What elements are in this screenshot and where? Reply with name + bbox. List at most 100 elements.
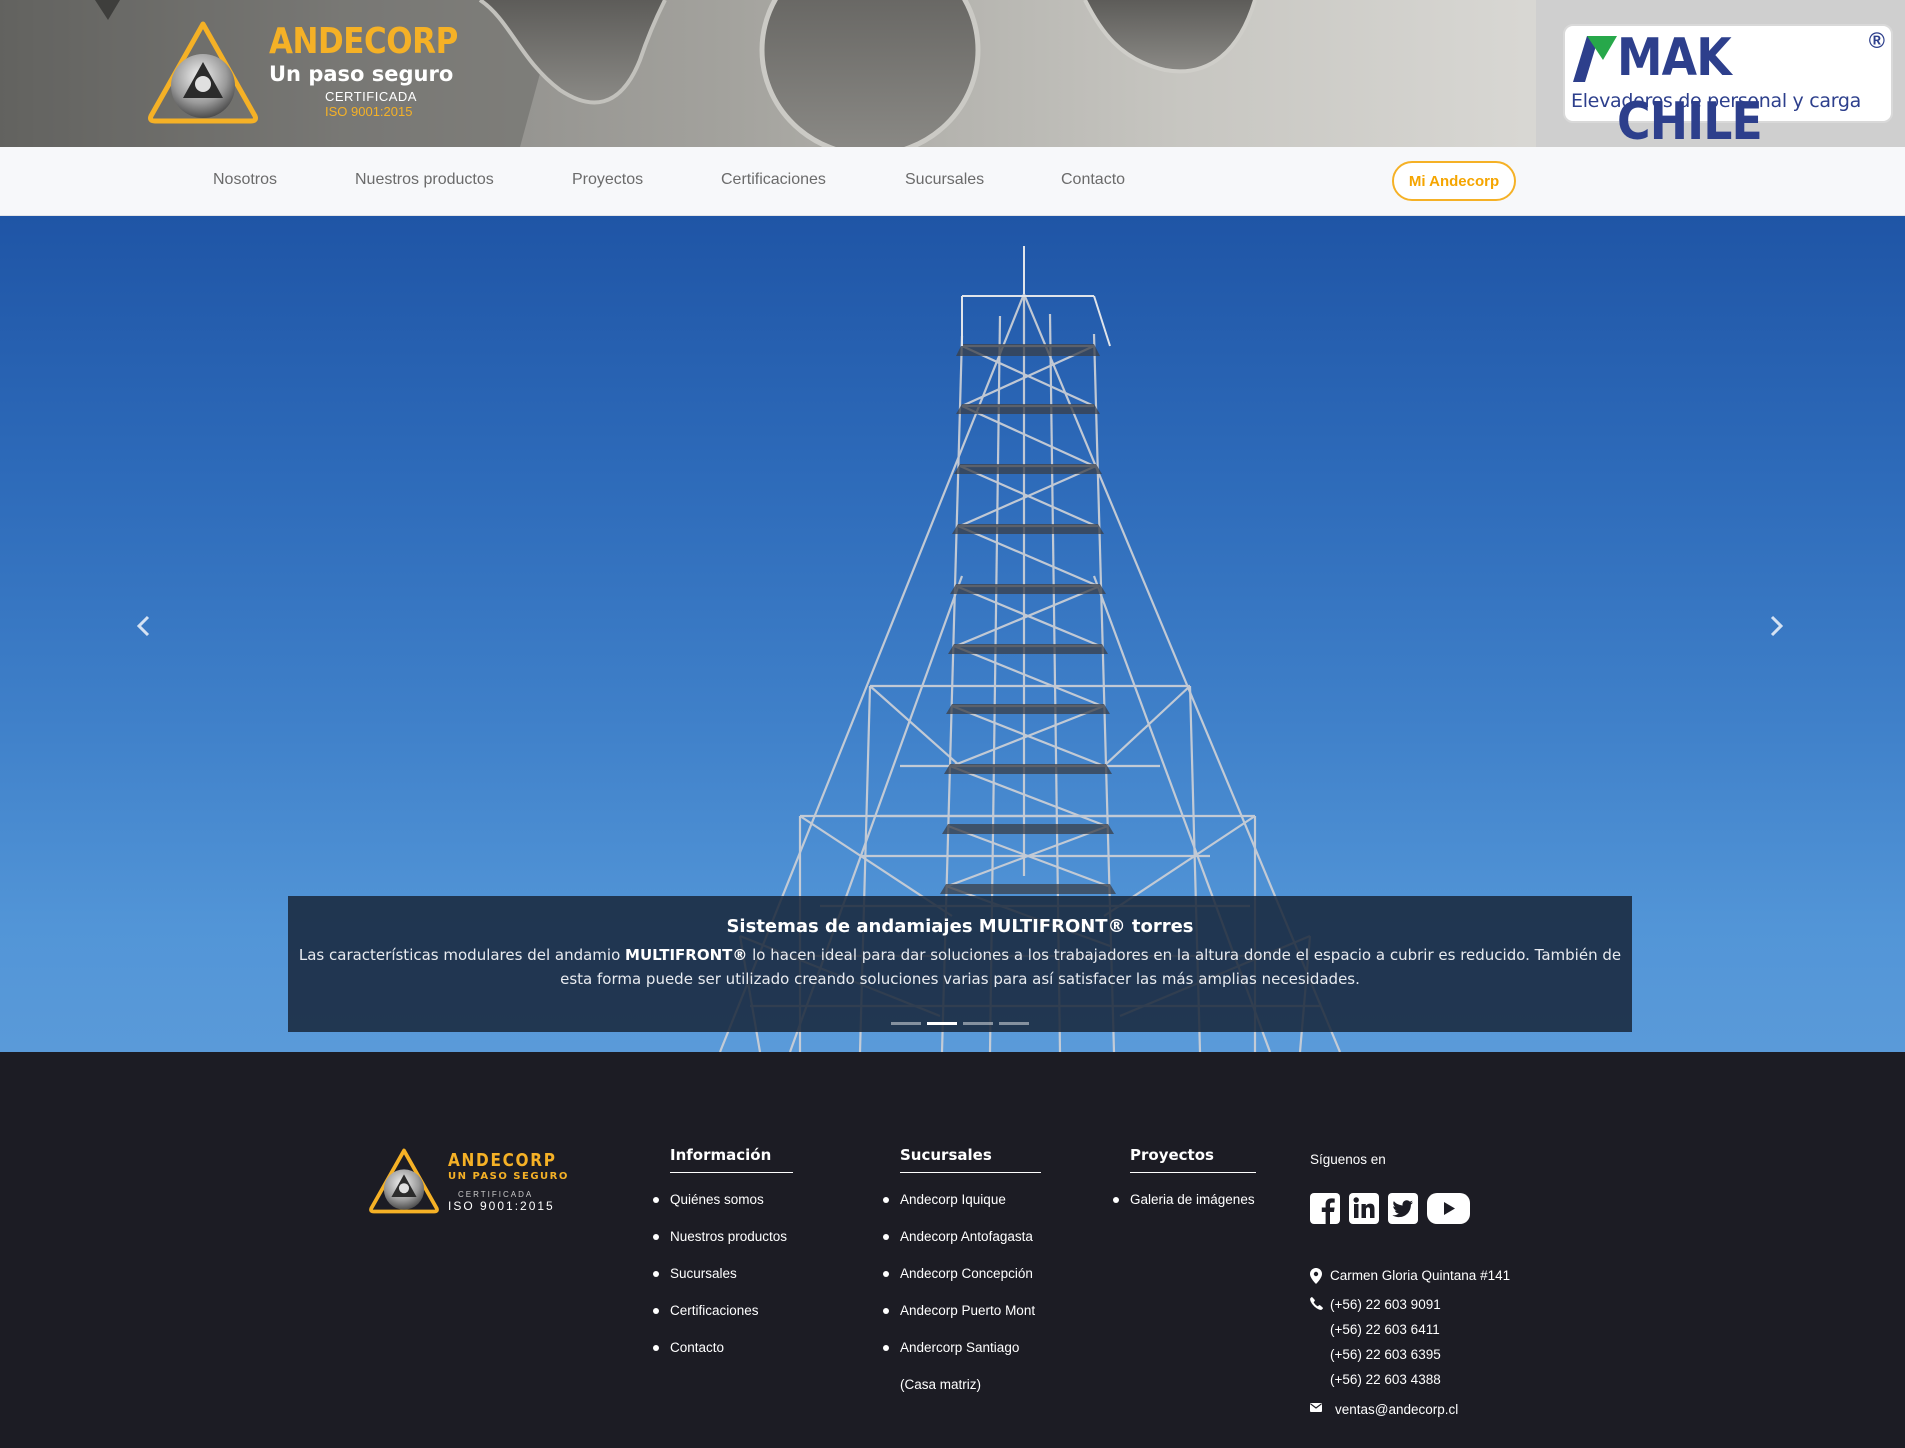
footer-link-sucursales[interactable]: Sucursales [653, 1265, 793, 1302]
brand-certification: CERTIFICADA [325, 89, 417, 104]
carousel-indicator-1[interactable] [891, 1022, 921, 1025]
footer-link-nuestros-productos[interactable]: Nuestros productos [653, 1228, 793, 1265]
footer-link-quienes-somos[interactable]: Quiénes somos [653, 1191, 793, 1228]
bullet-icon [653, 1234, 659, 1240]
bullet-icon [883, 1197, 889, 1203]
footer-branches-heading: Sucursales [900, 1146, 1041, 1173]
footer-branch-concepcion[interactable]: Andecorp Concepción [883, 1265, 1041, 1302]
footer-link-label: Contacto [670, 1340, 725, 1355]
bullet-icon [883, 1234, 889, 1240]
footer-branch-label: Andecorp Iquique [900, 1192, 1006, 1207]
bullet-icon [653, 1271, 659, 1277]
footer-link-certificaciones[interactable]: Certificaciones [653, 1302, 793, 1339]
footer-branch-antofagasta[interactable]: Andecorp Antofagasta [883, 1228, 1041, 1265]
andecorp-emblem-icon [148, 21, 258, 124]
chevron-right-icon [1770, 615, 1784, 637]
bullet-icon [653, 1308, 659, 1314]
carousel-caption: Sistemas de andamiajes MULTIFRONT® torre… [288, 896, 1632, 1032]
linkedin-icon[interactable] [1349, 1193, 1379, 1224]
mak-chile-logo[interactable]: MAK CHILE ® Elevadores de personal y car… [1563, 24, 1893, 147]
contact-address: Carmen Gloria Quintana #141 [1330, 1268, 1511, 1283]
twitter-icon[interactable] [1388, 1193, 1418, 1224]
main-navbar: Nosotros Nuestros productos Proyectos Ce… [0, 147, 1905, 216]
andecorp-logo[interactable]: ANDECORP Un paso seguro CERTIFICADA ISO … [147, 20, 489, 125]
hero-carousel: Sistemas de andamiajes MULTIFRONT® torre… [0, 216, 1905, 1052]
header-banner: ANDECORP Un paso seguro CERTIFICADA ISO … [0, 0, 1905, 147]
carousel-indicator-4[interactable] [999, 1022, 1029, 1025]
footer-branch-casa-matriz[interactable]: (Casa matriz) [900, 1376, 1041, 1413]
contact-phone-3[interactable]: (+56) 22 603 6395 [1330, 1347, 1441, 1362]
footer-brand-tagline: UN PASO SEGURO [448, 1170, 569, 1182]
nav-sucursales[interactable]: Sucursales [905, 171, 984, 189]
footer-branch-label: Andecorp Puerto Mont [900, 1303, 1036, 1318]
facebook-icon[interactable] [1310, 1193, 1340, 1224]
caption-body: Las características modulares del andami… [288, 943, 1632, 991]
mak-chile-mark-icon [1573, 36, 1617, 82]
envelope-icon [1310, 1403, 1322, 1412]
caption-body-pre: Las características modulares del andami… [298, 946, 626, 964]
bullet-icon [653, 1345, 659, 1351]
footer-link-label: Sucursales [670, 1266, 737, 1281]
footer-info-heading: Información [670, 1146, 793, 1173]
bullet-icon [883, 1345, 889, 1351]
carousel-next-button[interactable] [1761, 611, 1791, 641]
footer-branch-puerto-mont[interactable]: Andecorp Puerto Mont [883, 1302, 1041, 1339]
partner-registered-mark: ® [1868, 28, 1885, 53]
footer-link-contacto[interactable]: Contacto [653, 1339, 793, 1376]
footer-emblem-icon [369, 1148, 439, 1214]
footer-projects-heading: Proyectos [1130, 1146, 1256, 1173]
carousel-indicator-3[interactable] [963, 1022, 993, 1025]
nav-nosotros[interactable]: Nosotros [213, 171, 277, 189]
footer-info-list: Quiénes somos Nuestros productos Sucursa… [653, 1191, 793, 1376]
map-pin-icon [1310, 1268, 1322, 1284]
youtube-icon[interactable] [1427, 1193, 1470, 1224]
caption-title: Sistemas de andamiajes MULTIFRONT® torre… [726, 916, 1194, 937]
footer-branch-label: Andecorp Concepción [900, 1266, 1033, 1281]
bullet-icon [653, 1197, 659, 1203]
bullet-icon [883, 1271, 889, 1277]
partner-subtitle: Elevadores de personal y carga [1571, 90, 1861, 112]
mi-andecorp-button[interactable]: Mi Andecorp [1392, 161, 1516, 201]
brand-name: ANDECORP [269, 21, 458, 62]
nav-nuestros-productos[interactable]: Nuestros productos [355, 171, 494, 189]
contact-phone-2[interactable]: (+56) 22 603 6411 [1330, 1322, 1440, 1337]
footer-andecorp-logo[interactable]: ANDECORP UN PASO SEGURO CERTIFICADA ISO … [368, 1148, 576, 1214]
contact-phone-1[interactable]: (+56) 22 603 9091 [1330, 1297, 1441, 1312]
site-footer: ANDECORP UN PASO SEGURO CERTIFICADA ISO … [0, 1052, 1905, 1448]
partner-name: MAK CHILE [1617, 28, 1763, 147]
footer-link-label: Nuestros productos [670, 1229, 788, 1244]
footer-link-label: Quiénes somos [670, 1192, 764, 1207]
footer-branch-label: Andecorp Antofagasta [900, 1229, 1033, 1244]
brand-tagline: Un paso seguro [269, 62, 454, 86]
phone-icon [1310, 1297, 1323, 1310]
footer-branches-list: Andecorp Iquique Andecorp Antofagasta An… [883, 1191, 1041, 1413]
footer-branches-column: Sucursales Andecorp Iquique Andecorp Ant… [883, 1146, 1041, 1413]
social-title: Síguenos en [1310, 1152, 1386, 1167]
carousel-prev-button[interactable] [129, 611, 159, 641]
carousel-indicators [891, 1022, 1029, 1025]
nav-proyectos[interactable]: Proyectos [572, 171, 643, 189]
carousel-indicator-2[interactable] [927, 1022, 957, 1025]
footer-link-galeria[interactable]: Galeria de imágenes [1113, 1191, 1256, 1228]
footer-branch-santiago[interactable]: Andercorp Santiago [883, 1339, 1041, 1376]
footer-projects-list: Galeria de imágenes [1113, 1191, 1256, 1228]
footer-brand-iso: ISO 9001:2015 [448, 1198, 555, 1213]
chevron-left-icon [136, 615, 150, 637]
brand-iso: ISO 9001:2015 [325, 104, 413, 119]
footer-branch-iquique[interactable]: Andecorp Iquique [883, 1191, 1041, 1228]
bullet-icon [1113, 1197, 1119, 1203]
footer-branch-label: (Casa matriz) [900, 1377, 982, 1392]
footer-link-label: Certificaciones [670, 1303, 759, 1318]
nav-certificaciones[interactable]: Certificaciones [721, 171, 826, 189]
contact-phone-4[interactable]: (+56) 22 603 4388 [1330, 1372, 1441, 1387]
footer-branch-label: Andercorp Santiago [900, 1340, 1020, 1355]
footer-projects-column: Proyectos Galeria de imágenes [1113, 1146, 1256, 1228]
footer-brand-name: ANDECORP [448, 1149, 557, 1171]
footer-brand-cert: CERTIFICADA [458, 1189, 534, 1199]
nav-contacto[interactable]: Contacto [1061, 171, 1125, 189]
bullet-icon [883, 1308, 889, 1314]
footer-link-label: Galeria de imágenes [1130, 1192, 1255, 1207]
contact-email[interactable]: ventas@andecorp.cl [1335, 1402, 1458, 1417]
caption-body-bold: MULTIFRONT® [625, 946, 748, 964]
footer-info-column: Información Quiénes somos Nuestros produ… [653, 1146, 793, 1376]
